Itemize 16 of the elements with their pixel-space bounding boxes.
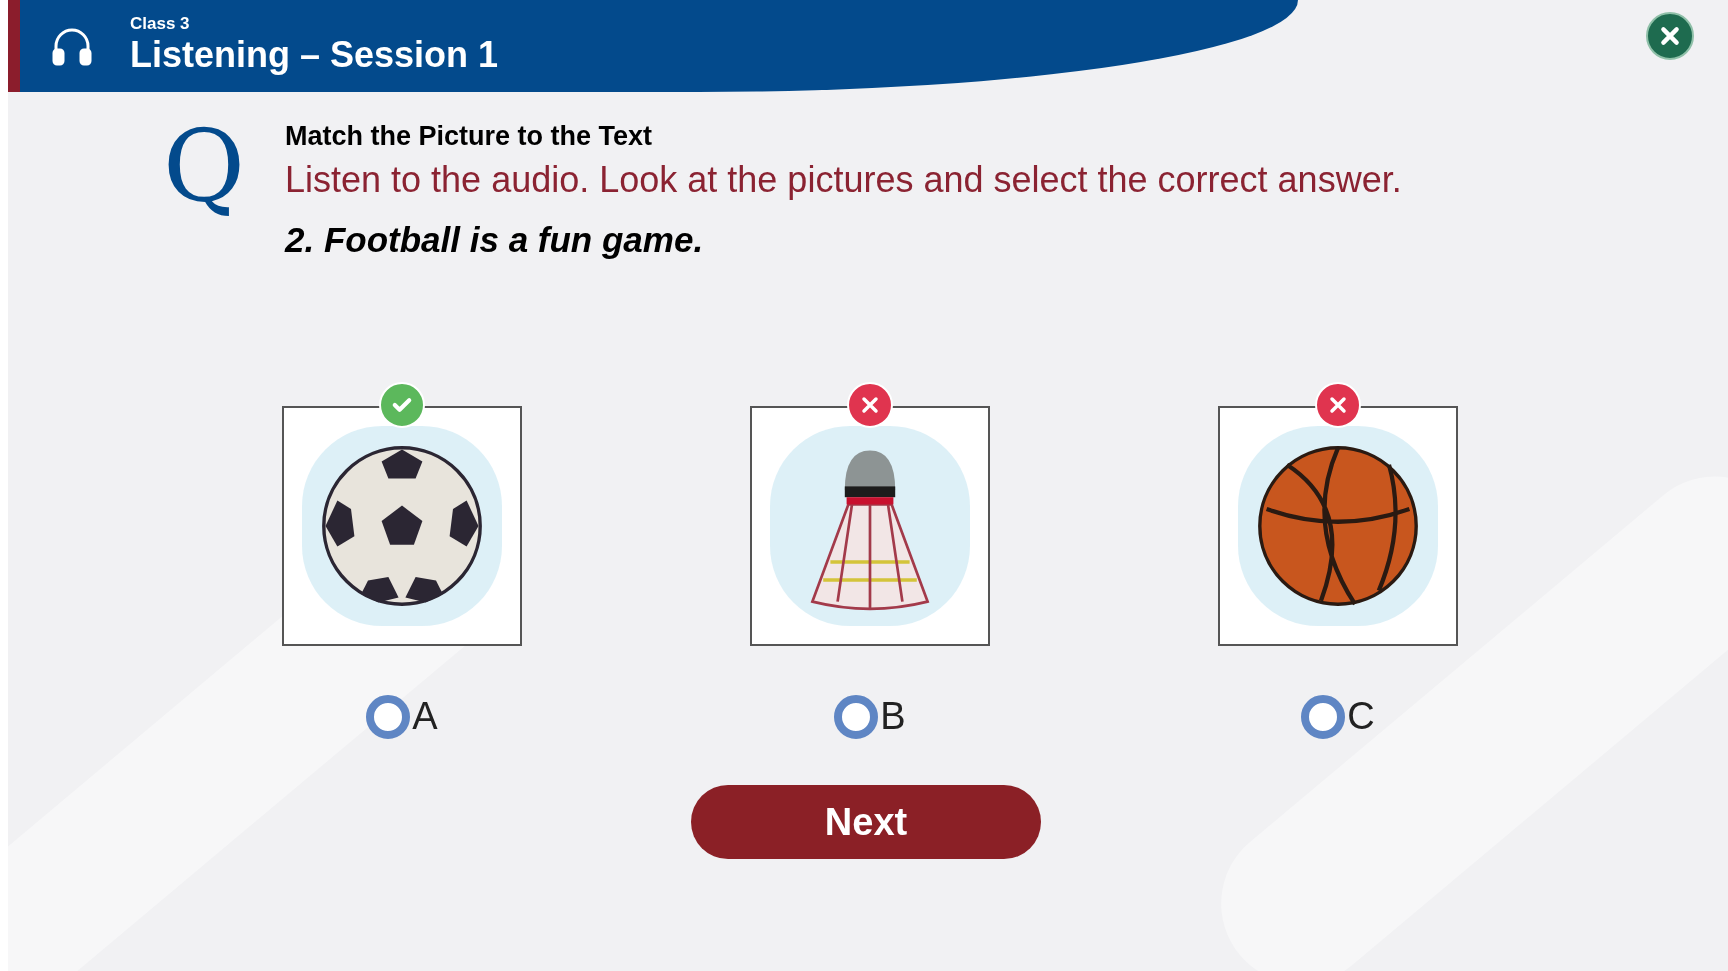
question-mark-letter: Q xyxy=(163,116,246,226)
question-prompt: 2. Football is a fun game. xyxy=(285,218,705,261)
picture-card[interactable] xyxy=(282,406,522,646)
question-heading: Match the Picture to the Text xyxy=(285,120,654,153)
close-icon xyxy=(1659,25,1681,47)
radio-button[interactable] xyxy=(366,694,411,739)
close-button[interactable] xyxy=(1646,12,1694,60)
class-label: Class 3 xyxy=(130,15,191,32)
picture-card[interactable] xyxy=(1218,406,1458,646)
session-title: Listening – Session 1 xyxy=(130,33,499,77)
option-label: A xyxy=(412,694,438,739)
option-label: C xyxy=(1347,694,1375,739)
next-button[interactable]: Next xyxy=(691,785,1041,859)
picture-card[interactable] xyxy=(750,406,990,646)
option-label: B xyxy=(880,694,906,739)
instruction-text: Listen to the audio. Look at the pictures and select the correct answer. xyxy=(285,157,1402,202)
